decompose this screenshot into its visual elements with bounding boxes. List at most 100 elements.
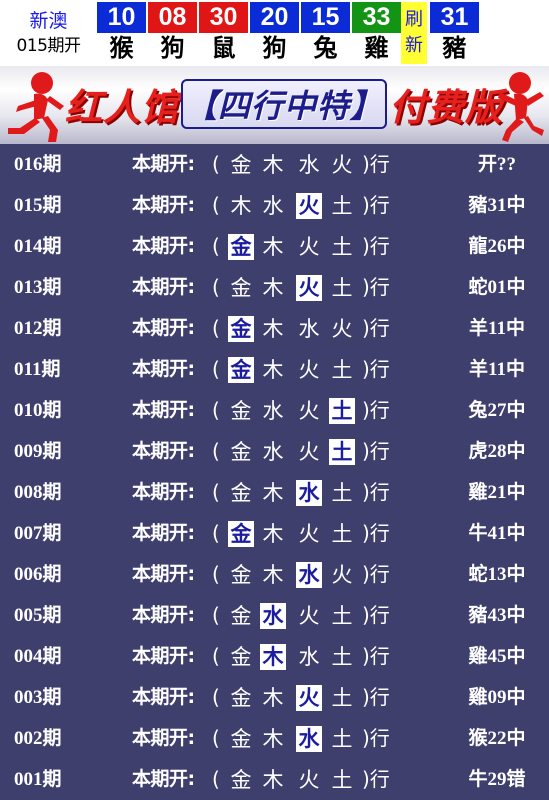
row-paren-left: (: [212, 685, 220, 709]
row-paren-left: (: [212, 562, 220, 586]
refresh-button[interactable]: 刷 新: [401, 2, 427, 64]
draw-results-bar: 新澳 015期开 10 猴 08 狗 30 鼠 20 狗 15 兔 33 雞 刷 新 31 豬: [0, 0, 549, 66]
row-paren-right: )行: [362, 726, 390, 750]
element-glyph: 土: [329, 398, 355, 424]
prediction-row: 004期 本期开: (金木水土)行 雞45中: [0, 636, 549, 677]
row-result: 雞45中: [468, 646, 526, 667]
row-result: 豬31中: [468, 195, 526, 216]
row-period: 010期: [14, 400, 62, 421]
row-label: 本期开:: [132, 440, 195, 462]
row-label: 本期开:: [132, 194, 195, 216]
row-paren-right: )行: [362, 193, 390, 217]
row-paren-right: )行: [362, 767, 390, 791]
row-paren-right: )行: [362, 275, 390, 299]
prediction-row: 016期 本期开: (金木水火)行 开??: [0, 144, 549, 185]
row-label: 本期开:: [132, 522, 195, 544]
prediction-list: 016期 本期开:(金木水火)行 开?? 015期 本期开:(木水火土)行 豬31中 014…: [0, 144, 549, 800]
row-paren-right: )行: [362, 357, 390, 381]
row-paren-left: (: [212, 644, 220, 668]
element-glyph: 金: [230, 399, 252, 423]
row-period: 014期: [14, 236, 62, 257]
element-glyph: 水: [262, 194, 284, 218]
element-glyph: 金: [228, 521, 254, 547]
element-glyph: 土: [331, 235, 353, 259]
row-period: 003期: [14, 687, 62, 708]
draw-number-value: 30: [199, 2, 248, 33]
row-label: 本期开:: [132, 153, 195, 175]
element-glyph: 木: [262, 686, 284, 710]
element-glyph: 土: [331, 768, 353, 792]
banner-title-left: 红人馆: [64, 85, 179, 129]
element-glyph: 木: [262, 358, 284, 382]
banner-title-right: 付费版: [389, 85, 503, 129]
draw-number-value: 33: [352, 2, 401, 33]
row-result: 豬43中: [468, 605, 526, 626]
prediction-row: 003期 本期开: (金木火土)行 雞09中: [0, 677, 549, 718]
row-paren-left: (: [212, 152, 220, 176]
row-paren-right: )行: [362, 152, 390, 176]
row-label: 本期开:: [132, 358, 195, 380]
prediction-row: 005期 本期开: (金水火土)行 豬43中: [0, 595, 549, 636]
row-result: 雞09中: [468, 687, 526, 708]
element-glyph: 金: [230, 768, 252, 792]
row-period: 002期: [14, 728, 62, 749]
row-paren-right: )行: [362, 603, 390, 627]
draw-number-zodiac: 兔: [313, 34, 338, 62]
draw-number: 30 鼠: [199, 0, 248, 66]
prediction-row: 011期 本期开: (金木火土)行 羊11中: [0, 349, 549, 390]
element-glyph: 木: [262, 317, 284, 341]
row-period: 016期: [14, 154, 62, 175]
element-glyph: 土: [331, 481, 353, 505]
row-period: 011期: [14, 359, 61, 380]
row-period: 006期: [14, 564, 62, 585]
row-result: 蛇13中: [468, 564, 526, 585]
page: 新澳 015期开 10 猴 08 狗 30 鼠 20 狗 15 兔 33 雞 刷 新 31 豬 红人馆…: [0, 0, 549, 800]
prediction-row: 009期 本期开: (金水火土)行 虎28中: [0, 431, 549, 472]
row-period: 001期: [14, 769, 62, 790]
element-glyph: 土: [331, 358, 353, 382]
row-label: 本期开:: [132, 235, 195, 257]
element-glyph: 土: [331, 194, 353, 218]
draw-period: 015期开: [16, 36, 81, 56]
element-glyph: 火: [298, 399, 320, 423]
draw-number-value: 10: [97, 2, 146, 33]
element-glyph: 金: [228, 357, 254, 383]
refresh-label-bottom: 新: [405, 35, 423, 56]
element-glyph: 木: [262, 563, 284, 587]
row-label: 本期开:: [132, 768, 195, 790]
brand-name: 新澳: [29, 10, 68, 32]
row-result: 牛29错: [468, 769, 526, 790]
element-glyph: 木: [262, 768, 284, 792]
banner-title: 红人馆 【四行中特】 付费版: [64, 72, 504, 136]
draw-number-zodiac: 狗: [160, 34, 185, 62]
element-glyph: 水: [296, 726, 322, 752]
element-glyph: 土: [331, 276, 353, 300]
row-period: 013期: [14, 277, 62, 298]
element-glyph: 火: [298, 768, 320, 792]
row-paren-left: (: [212, 398, 220, 422]
draw-number-zodiac: 狗: [262, 34, 287, 62]
row-paren-right: )行: [362, 398, 390, 422]
draw-number: 33 雞: [352, 0, 401, 66]
row-result: 猴22中: [468, 728, 526, 749]
refresh-label-top: 刷: [405, 9, 423, 30]
row-paren-left: (: [212, 193, 220, 217]
element-glyph: 火: [298, 604, 320, 628]
special-number-value: 31: [430, 2, 479, 33]
prediction-row: 015期 本期开: (木水火土)行 豬31中: [0, 185, 549, 226]
element-glyph: 木: [262, 522, 284, 546]
draw-number-zodiac: 鼠: [211, 34, 236, 62]
row-result: 雞21中: [468, 482, 526, 503]
row-label: 本期开:: [132, 645, 195, 667]
running-man-left-icon: [8, 72, 64, 142]
element-glyph: 土: [331, 604, 353, 628]
element-glyph: 金: [230, 481, 252, 505]
row-result: 羊11中: [469, 359, 525, 380]
row-paren-right: )行: [362, 521, 390, 545]
banner: 红人馆 【四行中特】 付费版: [0, 66, 549, 144]
row-result: 龍26中: [468, 236, 526, 257]
element-glyph: 水: [260, 603, 286, 629]
special-number: 31 豬: [430, 0, 479, 66]
row-period: 009期: [14, 441, 62, 462]
row-result: 兔27中: [468, 400, 526, 421]
